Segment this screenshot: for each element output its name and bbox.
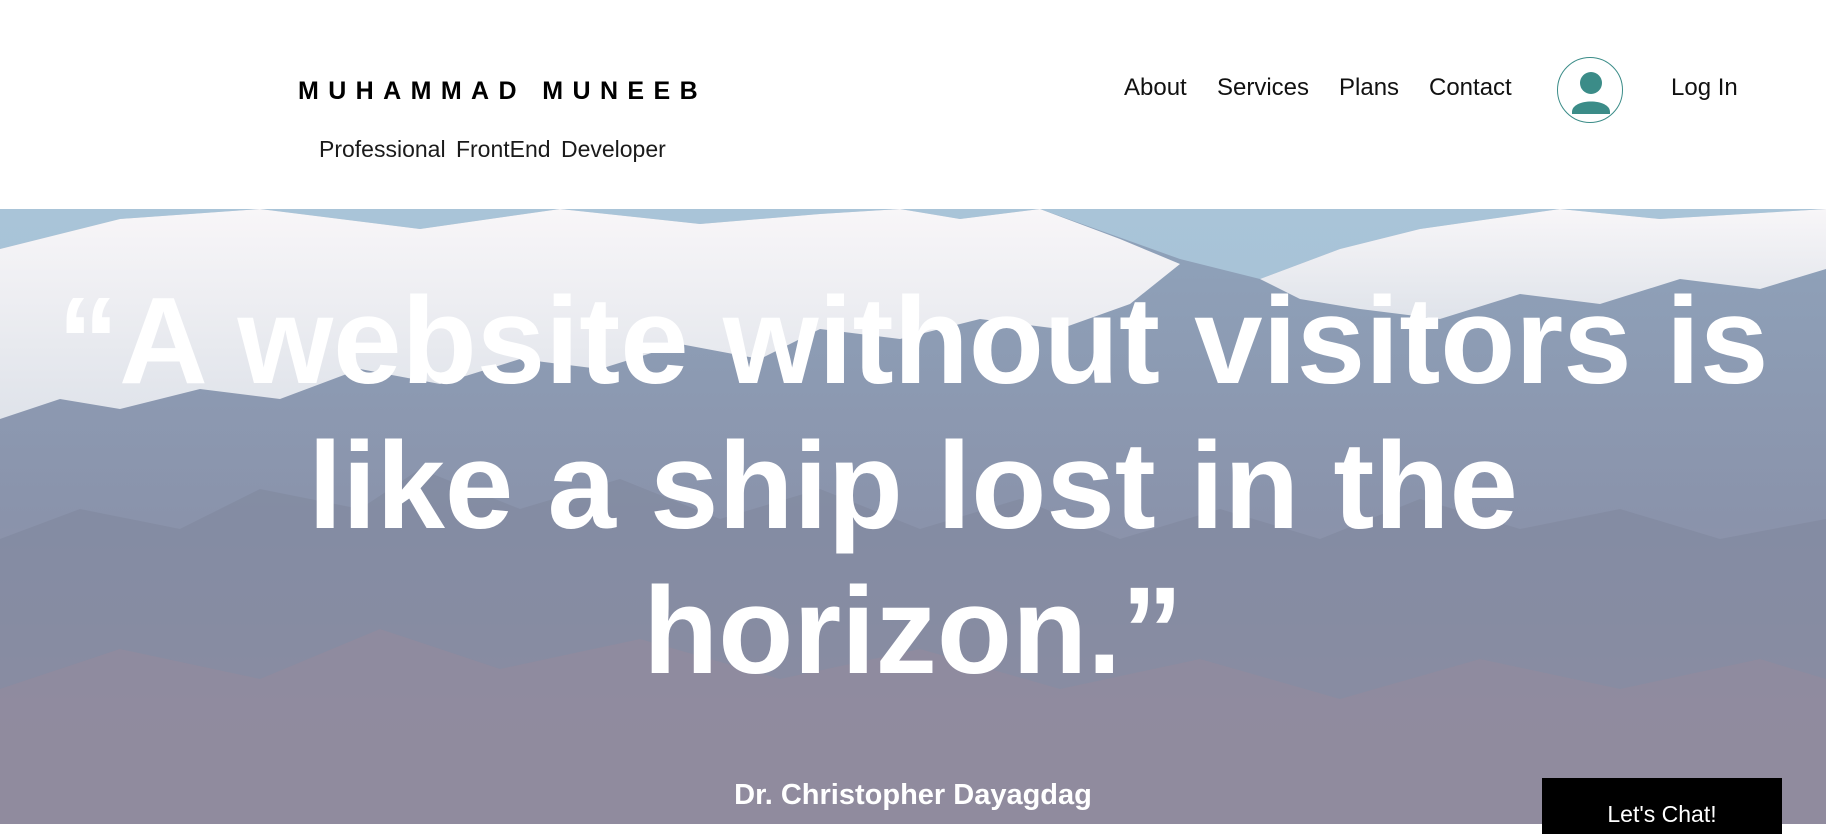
user-avatar-icon[interactable] bbox=[1557, 57, 1623, 123]
site-tagline: Professional FrontEnd Developer bbox=[319, 136, 666, 162]
login-link[interactable]: Log In bbox=[1671, 74, 1738, 102]
hero-quote: “A website without visitors is like a sh… bbox=[0, 269, 1826, 704]
nav-item-services[interactable]: Services bbox=[1217, 74, 1309, 102]
nav-item-contact[interactable]: Contact bbox=[1429, 74, 1512, 102]
hero-section: “A website without visitors is like a sh… bbox=[0, 209, 1826, 824]
quote-line: “A website without visitors is bbox=[57, 273, 1769, 410]
site-title[interactable]: MUHAMMAD MUNEEB bbox=[298, 77, 707, 106]
chat-button[interactable]: Let's Chat! bbox=[1542, 778, 1782, 834]
nav-item-plans[interactable]: Plans bbox=[1339, 74, 1399, 102]
nav-item-about[interactable]: About bbox=[1124, 74, 1187, 102]
quote-line: like a ship lost in the bbox=[308, 418, 1518, 555]
site-header: MUHAMMAD MUNEEB Professional FrontEnd De… bbox=[0, 0, 1826, 209]
quote-line: horizon.” bbox=[643, 563, 1183, 700]
